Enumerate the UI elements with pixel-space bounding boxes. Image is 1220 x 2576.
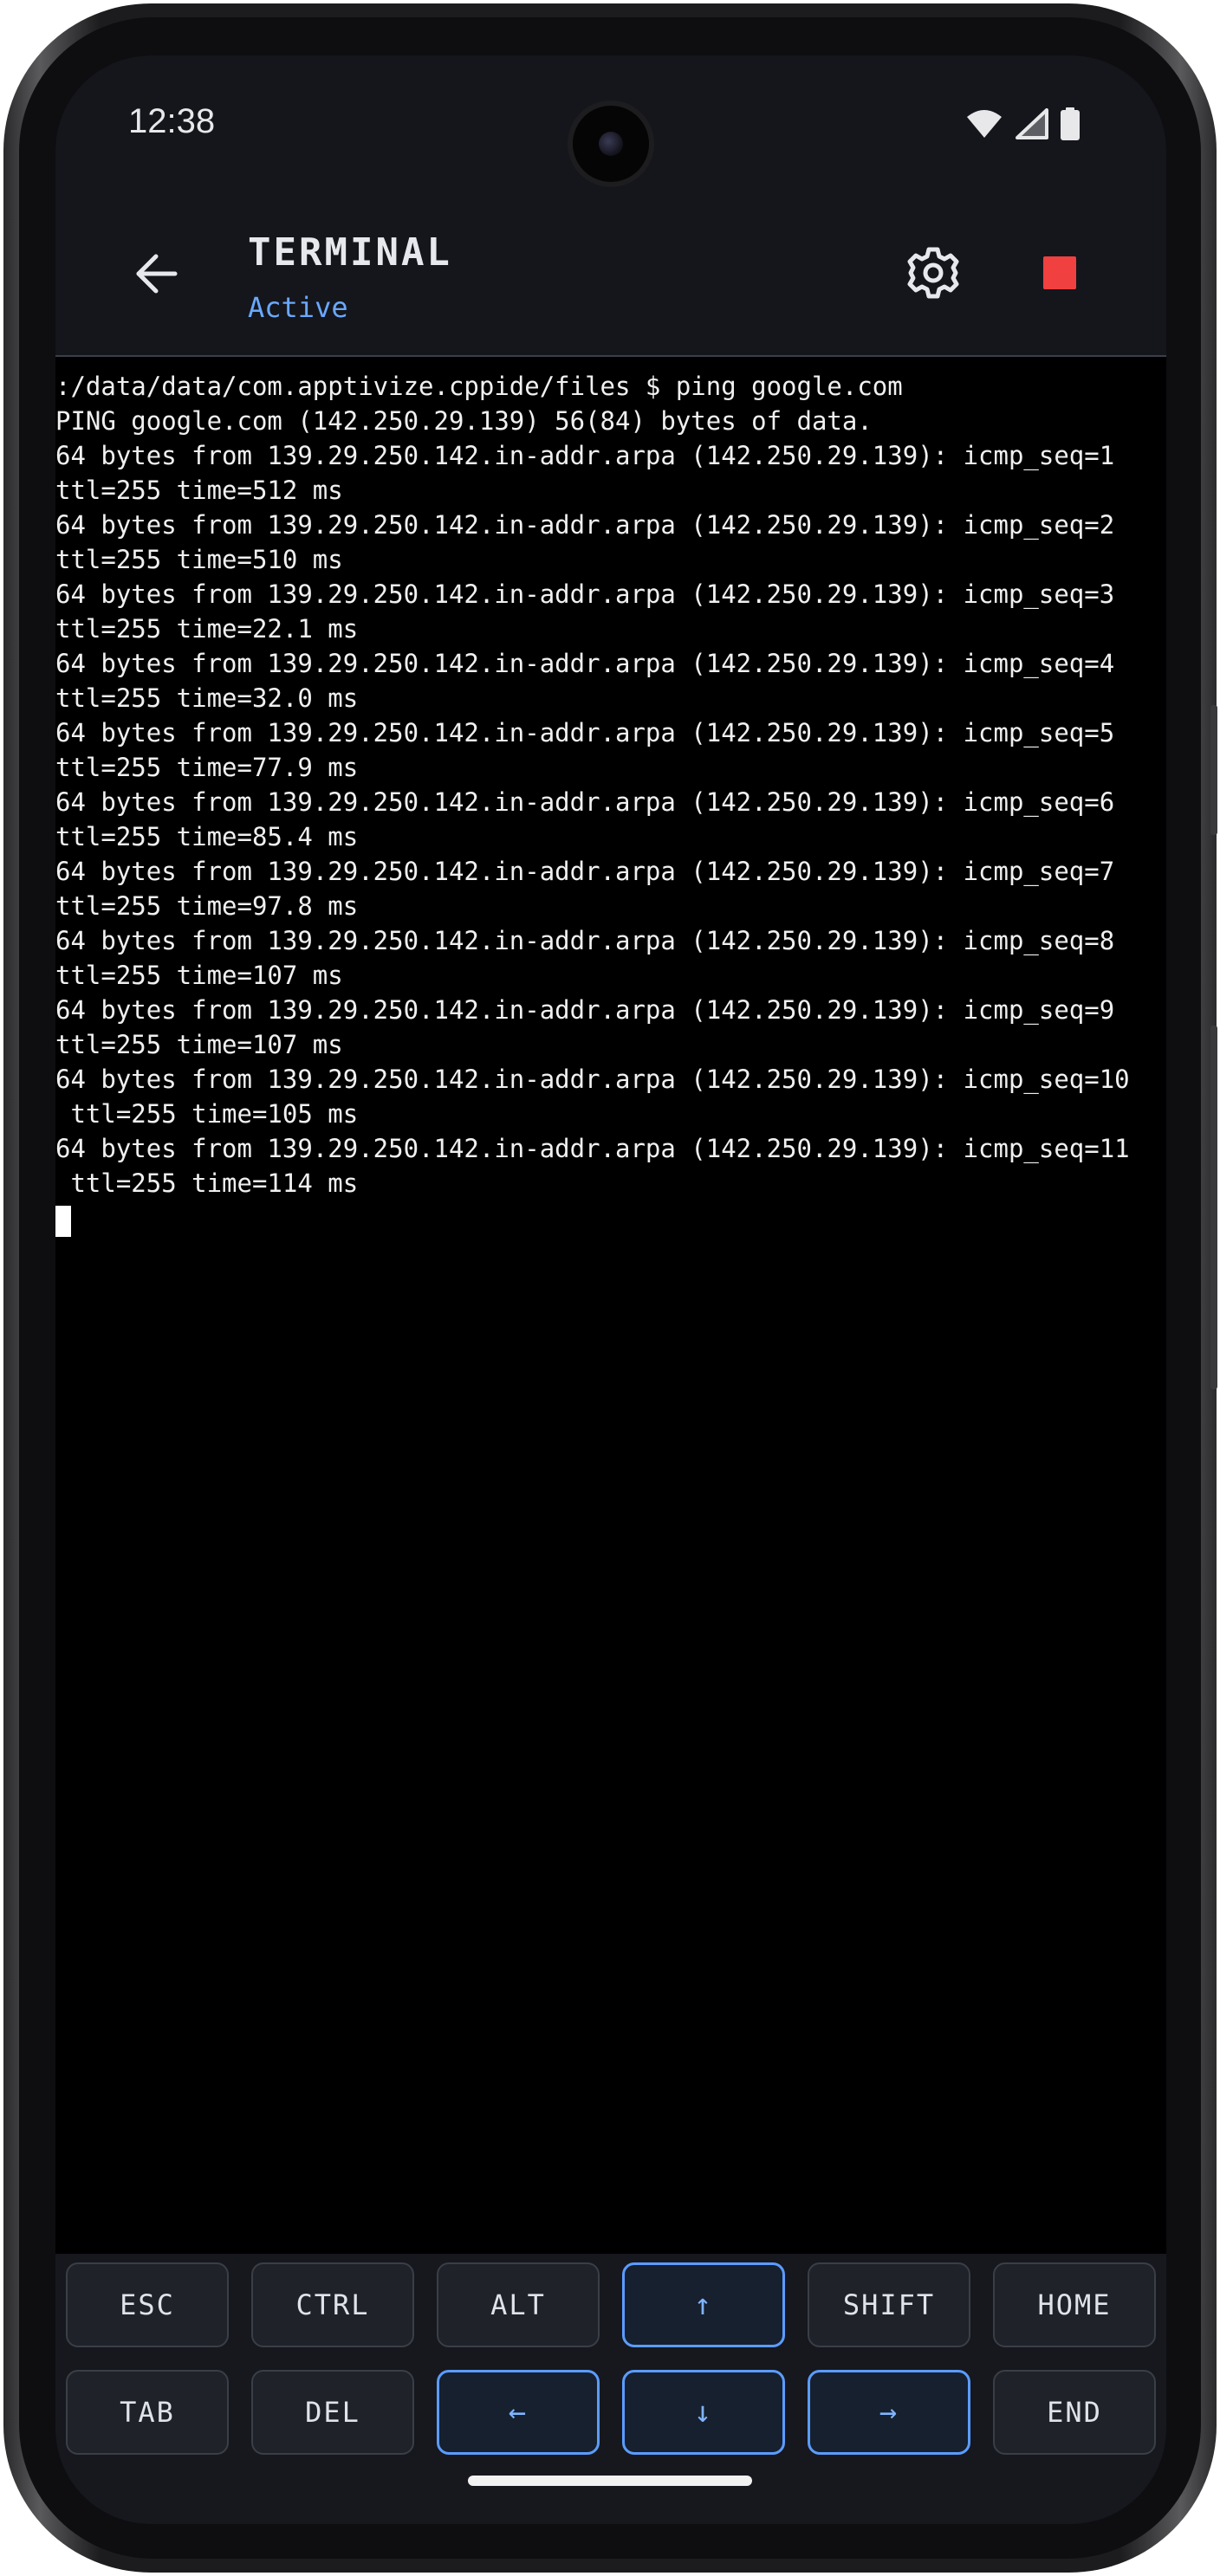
terminal-lines: :/data/data/com.apptivize.cppide/files $…: [55, 369, 1166, 1201]
terminal-line: 64 bytes from 139.29.250.142.in-addr.arp…: [55, 857, 1115, 886]
terminal-line: ttl=255 time=107 ms: [55, 1030, 343, 1059]
terminal-line: :/data/data/com.apptivize.cppide/files $…: [55, 372, 903, 401]
terminal-cursor-line: [55, 1201, 1166, 1241]
gear-icon: [907, 247, 959, 299]
phone-frame: 12:38 TERMINAL Active:/data/data/com.ap…: [3, 3, 1217, 2573]
arrow-back-icon: [136, 254, 178, 294]
terminal-line: ttl=255 time=32.0 ms: [55, 683, 359, 713]
navigation-bar: [55, 2462, 1166, 2524]
terminal-line: ttl=255 time=97.8 ms: [55, 891, 359, 921]
status-time: 12:38: [128, 102, 216, 140]
terminal-line: 64 bytes from 139.29.250.142.in-addr.arp…: [55, 1134, 1130, 1163]
terminal-line: ttl=255 time=114 ms: [55, 1168, 359, 1198]
back-button[interactable]: [130, 248, 182, 300]
arrow-right-icon: →: [879, 2395, 899, 2430]
terminal-line: 64 bytes from 139.29.250.142.in-addr.arp…: [55, 718, 1115, 748]
shift-key[interactable]: SHIFT: [808, 2262, 970, 2347]
status-bar: 12:38: [55, 55, 1166, 187]
arrow-up-key[interactable]: ↑: [622, 2262, 785, 2347]
power-button: [1210, 1026, 1217, 1389]
ctrl-key[interactable]: CTRL: [251, 2262, 414, 2347]
terminal-line: ttl=255 time=77.9 ms: [55, 753, 359, 782]
battery-icon: [1061, 107, 1080, 145]
wifi-icon: [965, 108, 1003, 144]
terminal-line: 64 bytes from 139.29.250.142.in-addr.arp…: [55, 510, 1115, 540]
terminal-line: 64 bytes from 139.29.250.142.in-addr.arp…: [55, 649, 1115, 678]
settings-button[interactable]: [905, 244, 962, 301]
home-indicator[interactable]: [468, 2476, 752, 2486]
extra-keys-row-1: ESC CTRL ALT ↑ SHIFT HOME: [66, 2262, 1156, 2347]
terminal-line: ttl=255 time=85.4 ms: [55, 822, 359, 851]
arrow-down-icon: ↓: [693, 2395, 714, 2430]
esc-key[interactable]: ESC: [66, 2262, 229, 2347]
screen: 12:38 TERMINAL Active:/data/data/com.ap…: [55, 55, 1166, 2524]
terminal-line: ttl=255 time=510 ms: [55, 545, 343, 574]
terminal-line: 64 bytes from 139.29.250.142.in-addr.arp…: [55, 787, 1115, 817]
tab-key[interactable]: TAB: [66, 2370, 229, 2455]
text-cursor: [55, 1206, 71, 1237]
status-icons: [965, 107, 1080, 145]
extra-keys-row-2: TAB DEL ← ↓ → END: [66, 2370, 1156, 2455]
arrow-up-icon: ↑: [693, 2288, 714, 2322]
terminal-line: 64 bytes from 139.29.250.142.in-addr.arp…: [55, 579, 1115, 609]
terminal-line: 64 bytes from 139.29.250.142.in-addr.arp…: [55, 441, 1115, 470]
terminal-line: 64 bytes from 139.29.250.142.in-addr.arp…: [55, 926, 1115, 955]
volume-button: [1210, 705, 1217, 835]
app-bar: TERMINAL Active: [55, 187, 1166, 357]
terminal-line: ttl=255 time=512 ms: [55, 476, 343, 505]
terminal-line: ttl=255 time=107 ms: [55, 961, 343, 990]
home-key[interactable]: HOME: [993, 2262, 1156, 2347]
end-key[interactable]: END: [993, 2370, 1156, 2455]
arrow-left-key[interactable]: ←: [437, 2370, 600, 2455]
terminal-output[interactable]: :/data/data/com.apptivize.cppide/files $…: [55, 359, 1166, 2198]
alt-key[interactable]: ALT: [437, 2262, 600, 2347]
session-status: Active: [248, 291, 348, 324]
terminal-line: ttl=255 time=22.1 ms: [55, 614, 359, 644]
arrow-down-key[interactable]: ↓: [622, 2370, 785, 2455]
terminal-line: 64 bytes from 139.29.250.142.in-addr.arp…: [55, 1065, 1130, 1094]
front-camera: [568, 100, 654, 187]
cellular-signal-icon: [1016, 108, 1048, 144]
terminal-line: ttl=255 time=105 ms: [55, 1099, 359, 1129]
terminal-line: PING google.com (142.250.29.139) 56(84) …: [55, 406, 873, 436]
del-key[interactable]: DEL: [251, 2370, 414, 2455]
arrow-right-key[interactable]: →: [808, 2370, 970, 2455]
terminal-line: 64 bytes from 139.29.250.142.in-addr.arp…: [55, 995, 1115, 1025]
arrow-left-icon: ←: [508, 2395, 529, 2430]
extra-keys-bar: ESC CTRL ALT ↑ SHIFT HOME TAB DEL ← ↓ → …: [55, 2254, 1166, 2462]
page-title: TERMINAL: [248, 230, 452, 275]
stop-button[interactable]: [1043, 256, 1076, 289]
